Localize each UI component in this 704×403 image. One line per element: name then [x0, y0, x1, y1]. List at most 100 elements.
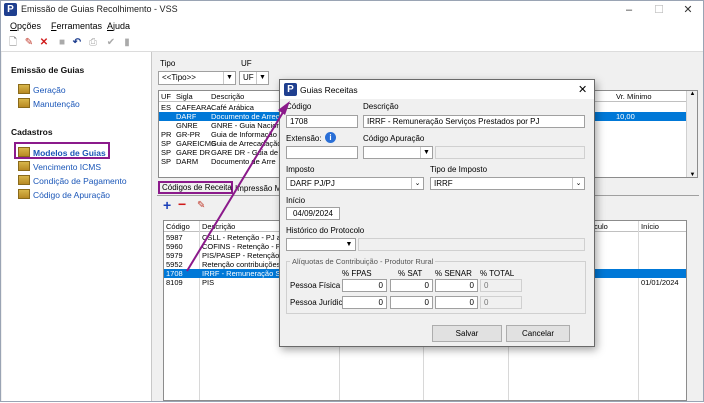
print-icon[interactable]: ⎙: [87, 37, 99, 49]
table-cell: GNRE - Guia Nacional: [211, 121, 287, 130]
table-cell: 5979: [166, 251, 183, 260]
maximize-button[interactable]: ☐: [645, 2, 673, 18]
add-icon[interactable]: +: [163, 197, 171, 213]
historico-label: Histórico do Protocolo: [286, 226, 365, 235]
folder-icon: [18, 161, 30, 171]
sidebar-item-vencimento-icms[interactable]: Vencimento ICMS: [18, 161, 101, 172]
table-cell: GARE DR - Guia de: [211, 148, 279, 157]
sidebar-item-codigo-apuracao[interactable]: Código de Apuração: [18, 189, 110, 200]
pj-fpas-input[interactable]: 0: [342, 296, 387, 309]
table-cell: Retenção contribuições: [202, 260, 281, 269]
pf-total-field: 0: [480, 279, 522, 292]
imposto-select[interactable]: DARF PJ/PJ ⌄: [286, 177, 424, 190]
close-window-button[interactable]: ✕: [674, 2, 702, 18]
section-emissao-guias: Emissão de Guias: [11, 65, 85, 75]
pf-fpas-input[interactable]: 0: [342, 279, 387, 292]
folder-icon: [18, 189, 30, 199]
chevron-down-icon: ⌄: [572, 178, 584, 189]
codigo-input[interactable]: 1708: [286, 115, 358, 128]
table-cell: Café Arábica: [211, 103, 254, 112]
scroll-down-icon[interactable]: ▼: [687, 172, 697, 177]
guias-grid-scrollbar[interactable]: ▲ ▼: [686, 91, 697, 177]
table-cell: GR-PR: [176, 130, 201, 139]
uf-select[interactable]: UF ▼: [239, 71, 269, 85]
dialog-close-icon[interactable]: ✕: [578, 83, 587, 96]
col-fpas: % FPAS: [342, 269, 372, 278]
tipo-select[interactable]: <<Tipo>> ▼: [158, 71, 236, 85]
menu-opcoes[interactable]: Opções: [10, 21, 41, 31]
chevron-down-icon: ▼: [345, 241, 353, 248]
table-cell: DARF: [176, 112, 197, 121]
inicio-input[interactable]: 04/09/2024: [286, 207, 340, 220]
table-cell: PR: [161, 130, 172, 139]
save-disk-icon[interactable]: ■: [56, 37, 68, 49]
table-cell: 8109: [166, 278, 183, 287]
historico-desc: [358, 238, 585, 251]
new-document-icon[interactable]: 🗋: [7, 37, 19, 49]
pf-senar-input[interactable]: 0: [435, 279, 478, 292]
table-cell: COFINS - Retenção - P: [202, 242, 281, 251]
sidebar: Emissão de Guias Geração Manutenção Cada…: [2, 52, 152, 401]
table-cell: CSLL - Retenção - PJ a: [202, 233, 281, 242]
folder-icon: [18, 84, 30, 94]
descricao-label: Descrição: [363, 102, 399, 111]
app-icon: P: [4, 3, 17, 16]
menu-ferramentas[interactable]: Ferramentas: [51, 21, 102, 31]
undo-icon[interactable]: ↶: [71, 37, 83, 49]
edit-pencil-icon[interactable]: ✎: [197, 200, 205, 211]
table-cell: PIS/PASEP - Retenção -: [202, 251, 284, 260]
sidebar-item-condicao-pagamento[interactable]: Condição de Pagamento: [18, 175, 127, 186]
historico-select[interactable]: ▼: [286, 238, 356, 251]
cancelar-button[interactable]: Cancelar: [506, 325, 570, 342]
chevron-down-icon: ▼: [420, 147, 432, 158]
minimize-button[interactable]: –: [615, 2, 643, 18]
extensao-label: Extensão:: [286, 134, 322, 143]
table-cell: GAREICMS: [176, 139, 217, 148]
folder-icon: [18, 147, 30, 157]
descricao-input[interactable]: IRRF - Remuneração Serviços Prestados po…: [363, 115, 585, 128]
delete-icon[interactable]: ✕: [38, 37, 50, 49]
table-cell: 5952: [166, 260, 183, 269]
sidebar-item-modelos-guias[interactable]: Modelos de Guias: [18, 147, 106, 158]
pj-senar-input[interactable]: 0: [435, 296, 478, 309]
pessoa-juridica-label: Pessoa Jurídica: [290, 298, 347, 307]
remove-icon[interactable]: −: [178, 196, 186, 212]
app-icon: P: [284, 83, 297, 96]
sidebar-item-geracao[interactable]: Geração: [18, 84, 66, 95]
tab-codigos-receita[interactable]: Códigos de Receita: [162, 183, 232, 192]
col-sat: % SAT: [398, 269, 423, 278]
inicio-label: Início: [286, 196, 306, 205]
table-cell: 10,00: [616, 112, 635, 121]
edit-pencil-icon[interactable]: ✎: [23, 37, 35, 49]
menu-ajuda[interactable]: Ajuda: [107, 21, 130, 31]
menu-bar: Opções Ferramentas Ajuda: [1, 19, 703, 34]
table-cell: 1708: [166, 269, 183, 278]
salvar-button[interactable]: Salvar: [432, 325, 502, 342]
info-icon[interactable]: i: [325, 132, 336, 143]
table-cell: SP: [161, 157, 172, 166]
folder-icon: [18, 175, 30, 185]
chevron-down-icon: ⌄: [411, 178, 423, 189]
folder-icon: [18, 98, 30, 108]
pj-sat-input[interactable]: 0: [390, 296, 433, 309]
codigo-apuracao-select[interactable]: ▼: [363, 146, 433, 159]
aliquotas-group-label: Alíquotas de Contribuição - Produtor Rur…: [290, 257, 436, 266]
check-icon[interactable]: ✔: [105, 37, 117, 49]
table-cell: PIS: [202, 278, 215, 287]
codigo-apuracao-label: Código Apuração: [363, 134, 425, 143]
chevron-down-icon: ▼: [223, 72, 235, 84]
scroll-up-icon[interactable]: ▲: [687, 91, 697, 97]
pj-total-field: 0: [480, 296, 522, 309]
toolbar: 🗋 ✎ ✕ ■ ↶ ⎙ ✔ ▮: [1, 34, 703, 52]
tipo-imposto-select[interactable]: IRRF ⌄: [430, 177, 585, 190]
tipo-label: Tipo: [160, 59, 176, 68]
imposto-label: Imposto: [286, 165, 315, 174]
chevron-down-icon: ▼: [256, 72, 268, 84]
section-cadastros: Cadastros: [11, 127, 53, 137]
table-cell: 5960: [166, 242, 183, 251]
pf-sat-input[interactable]: 0: [390, 279, 433, 292]
title-bar: P Emissão de Guias Recolhimento - VSS – …: [1, 1, 703, 19]
sidebar-item-manutencao[interactable]: Manutenção: [18, 98, 80, 109]
clipboard-icon[interactable]: ▮: [121, 37, 133, 49]
extensao-input[interactable]: [286, 146, 358, 159]
